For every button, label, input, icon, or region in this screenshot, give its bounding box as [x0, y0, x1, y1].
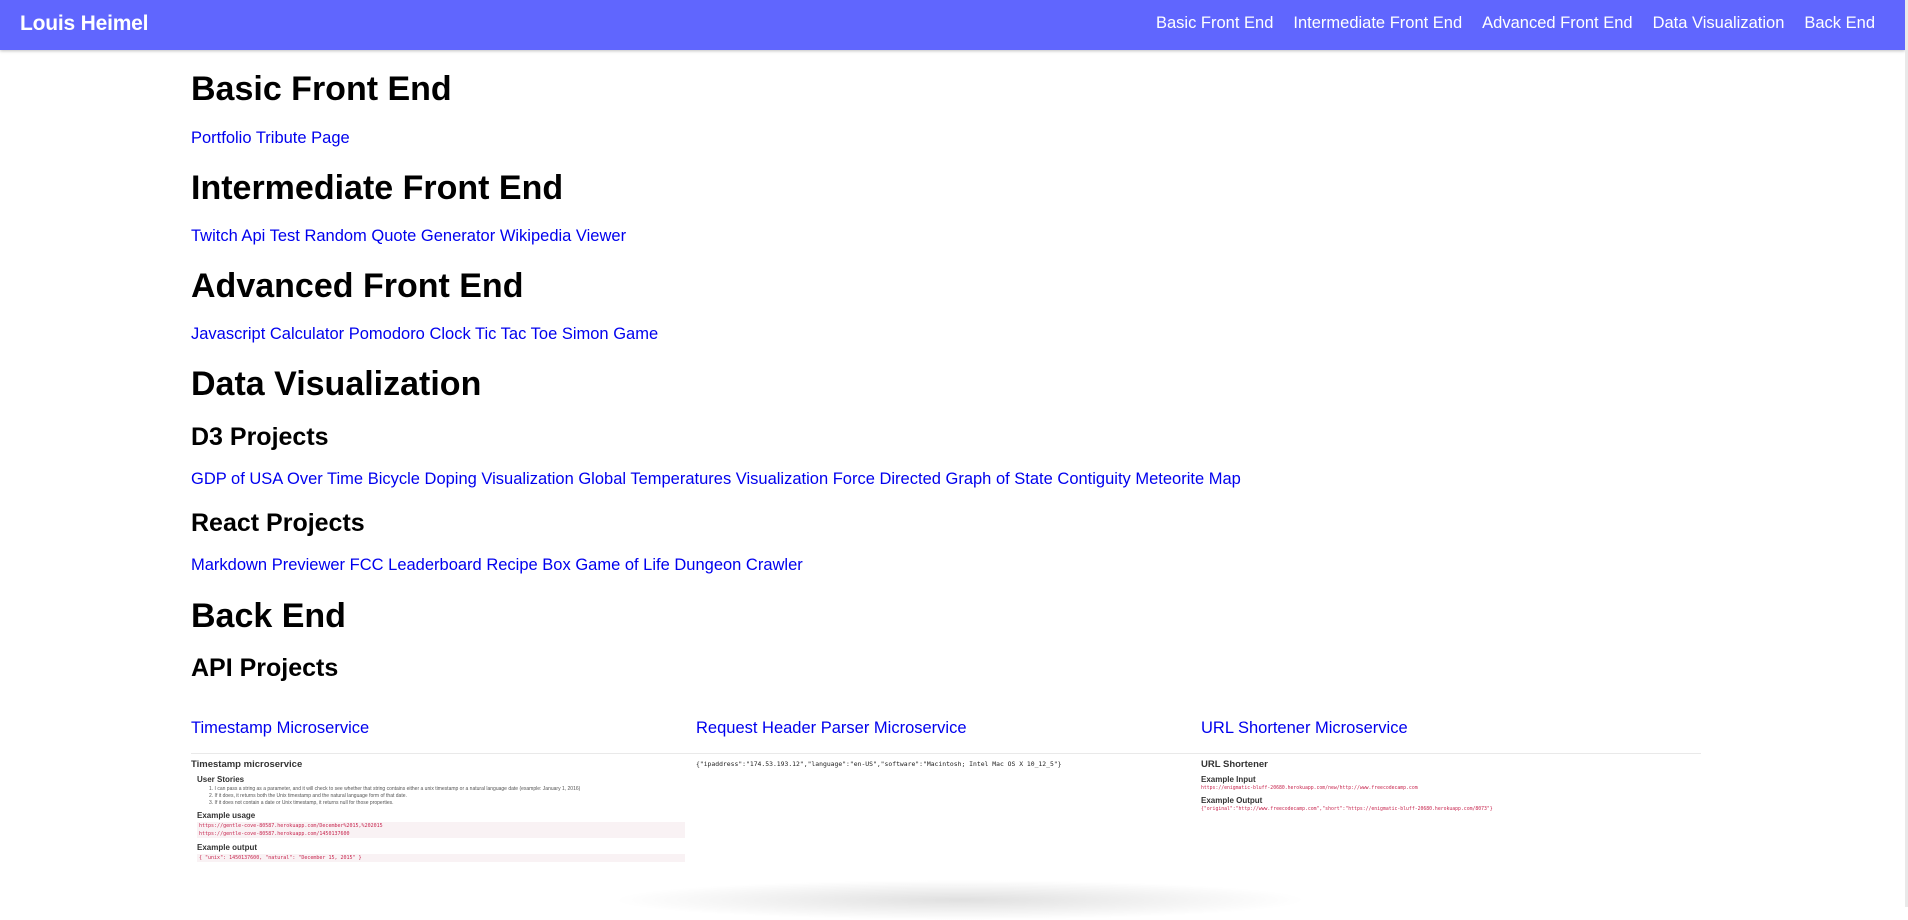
preview-timestamp[interactable]: Timestamp microservice User Stories 1. I… [191, 757, 685, 867]
link-pomodoro-clock[interactable]: Pomodoro Clock [349, 325, 471, 343]
link-meteorite-map[interactable]: Meteorite Map [1135, 470, 1240, 488]
preview-output: { "unix": 1450137600, "natural": "Decemb… [197, 854, 685, 862]
section-title-advanced: Advanced Front End [191, 267, 524, 305]
preview-url-shortener[interactable]: URL Shortener Example Input https://enig… [1201, 757, 1695, 867]
section-title-basic: Basic Front End [191, 70, 452, 108]
preview-header-json: {"ipaddress":"174.53.193.12","language":… [696, 760, 1062, 768]
preview-usage-heading: Example usage [197, 811, 256, 820]
link-tribute-page[interactable]: Tribute Page [256, 129, 350, 147]
preview-output-json: {"original":"http://www.freecodecamp.com… [1201, 807, 1493, 812]
advanced-links: Javascript Calculator Pomodoro Clock Tic… [191, 326, 658, 343]
link-dungeon-crawler[interactable]: Dungeon Crawler [674, 556, 802, 574]
link-global-temperatures[interactable]: Global Temperatures Visualization [578, 470, 828, 488]
nav-link-data-visualization[interactable]: Data Visualization [1653, 14, 1785, 33]
preview-user-stories-heading: User Stories [197, 775, 245, 784]
preview-input-heading: Example Input [1201, 775, 1256, 784]
nav-links: Basic Front End Intermediate Front End A… [1156, 14, 1875, 33]
preview-output-heading: Example output [197, 843, 258, 852]
section-title-back-end: Back End [191, 597, 346, 635]
section-title-data-visualization: Data Visualization [191, 365, 482, 403]
preview-shortener-title: URL Shortener [1201, 759, 1268, 770]
link-simon-game[interactable]: Simon Game [562, 325, 658, 343]
api-project-header-parser: Request Header Parser Microservice [696, 719, 1201, 738]
d3-links: GDP of USA Over Time Bicycle Doping Visu… [191, 471, 1241, 488]
preview-output-heading: Example Output [1201, 796, 1263, 805]
link-tic-tac-toe[interactable]: Tic Tac Toe [475, 325, 557, 343]
link-twitch-api-test[interactable]: Twitch Api Test [191, 227, 300, 245]
preview-input-url: https://enigmatic-bluff-20680.herokuapp.… [1201, 786, 1418, 791]
intermediate-links: Twitch Api Test Random Quote Generator W… [191, 228, 626, 245]
preview-story-1: 1. I can pass a string as a parameter, a… [209, 786, 581, 792]
link-timestamp-microservice[interactable]: Timestamp Microservice [191, 719, 696, 738]
preview-header-parser[interactable]: {"ipaddress":"174.53.193.12","language":… [696, 757, 1190, 867]
bottom-shadow [610, 880, 1310, 920]
nav-link-intermediate-front-end[interactable]: Intermediate Front End [1293, 14, 1462, 33]
api-project-timestamp: Timestamp Microservice [191, 719, 696, 738]
link-random-quote-generator[interactable]: Random Quote Generator [304, 227, 495, 245]
link-wikipedia-viewer[interactable]: Wikipedia Viewer [500, 227, 626, 245]
subsection-title-api: API Projects [191, 654, 339, 682]
preview-usage-2: https://gentle-cove-80587.herokuapp.com/… [197, 830, 685, 838]
link-game-of-life[interactable]: Game of Life [575, 556, 669, 574]
link-fcc-leaderboard[interactable]: FCC Leaderboard [350, 556, 482, 574]
link-gdp-of-usa[interactable]: GDP of USA Over Time [191, 470, 363, 488]
preview-usage-1: https://gentle-cove-80587.herokuapp.com/… [197, 822, 685, 830]
react-links: Markdown Previewer FCC Leaderboard Recip… [191, 557, 803, 574]
navbar: Louis Heimel Basic Front End Intermediat… [0, 0, 1905, 50]
nav-link-advanced-front-end[interactable]: Advanced Front End [1482, 14, 1632, 33]
nav-link-back-end[interactable]: Back End [1804, 14, 1875, 33]
nav-link-basic-front-end[interactable]: Basic Front End [1156, 14, 1273, 33]
subsection-title-react: React Projects [191, 509, 365, 537]
link-markdown-previewer[interactable]: Markdown Previewer [191, 556, 345, 574]
preview-story-2: 2. If it does, it returns both the Unix … [209, 793, 407, 799]
link-request-header-parser[interactable]: Request Header Parser Microservice [696, 719, 1201, 738]
basic-links: Portfolio Tribute Page [191, 130, 350, 147]
link-force-directed-graph[interactable]: Force Directed Graph of State Contiguity [833, 470, 1131, 488]
api-project-url-shortener: URL Shortener Microservice [1201, 719, 1706, 738]
link-url-shortener[interactable]: URL Shortener Microservice [1201, 719, 1706, 738]
preview-story-3: 3. If it does not contain a date or Unix… [209, 800, 394, 806]
preview-timestamp-title: Timestamp microservice [191, 759, 303, 770]
link-bicycle-doping[interactable]: Bicycle Doping Visualization [368, 470, 574, 488]
subsection-title-d3: D3 Projects [191, 423, 329, 451]
link-portfolio[interactable]: Portfolio [191, 129, 252, 147]
divider [191, 753, 1701, 754]
link-recipe-box[interactable]: Recipe Box [486, 556, 570, 574]
link-javascript-calculator[interactable]: Javascript Calculator [191, 325, 344, 343]
section-title-intermediate: Intermediate Front End [191, 169, 564, 207]
brand-logo[interactable]: Louis Heimel [20, 12, 148, 36]
